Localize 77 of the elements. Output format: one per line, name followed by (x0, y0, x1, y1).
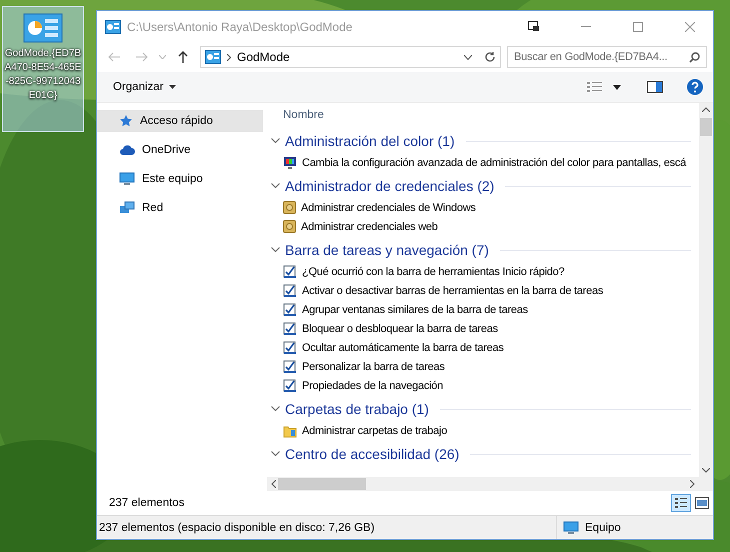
scroll-left-icon[interactable] (271, 480, 276, 488)
close-icon[interactable] (685, 22, 695, 32)
chevron-down-icon[interactable] (464, 54, 472, 60)
column-header[interactable]: Nombre (283, 109, 324, 121)
tablet-mode-icon[interactable] (528, 21, 540, 32)
preview-pane-icon[interactable] (647, 81, 663, 93)
list-item[interactable]: Ocultar automáticamente la barra de tareas (269, 338, 699, 357)
star-icon (119, 114, 133, 128)
maximize-icon[interactable] (633, 22, 643, 32)
nav-item[interactable]: Este equipo (97, 168, 263, 190)
address-path: GodMode (237, 50, 290, 64)
nav-item[interactable]: OneDrive (97, 139, 263, 161)
monitor-icon (119, 172, 135, 186)
details-view-icon[interactable] (671, 494, 691, 512)
status-text: 237 elementos (espacio disponible en disco: 7,26 GB) (98, 522, 376, 534)
address-bar[interactable]: GodMode (200, 46, 501, 68)
breadcrumb-chevron-icon (227, 54, 231, 60)
folder-icon (283, 424, 297, 438)
shortcut-label: GodMode.{ED7BA470-8E54-465E-825C-99712043E01C} (4, 47, 82, 103)
monitor-icon (563, 520, 579, 534)
scroll-thumb[interactable] (700, 118, 712, 136)
list-item[interactable]: Personalizar la barra de tareas (269, 357, 699, 376)
scroll-up-icon[interactable] (702, 107, 710, 112)
chevron-icon (271, 138, 280, 144)
refresh-icon[interactable] (484, 51, 496, 63)
scroll-down-icon[interactable] (702, 468, 710, 473)
monitor-icon (283, 156, 297, 170)
list-item[interactable]: Cambia la configuración avanzada de administración del color para pantallas, escá (269, 153, 699, 172)
scroll-thumb[interactable] (278, 478, 366, 490)
list-item[interactable]: Administrar credenciales web (269, 217, 699, 236)
vault-icon (283, 220, 296, 233)
group-header[interactable]: Administración del color (1) (269, 129, 699, 153)
chevron-icon (271, 183, 280, 189)
checklist-icon (283, 264, 297, 278)
list-item[interactable]: Administrar credenciales de Windows (269, 198, 699, 217)
network-icon (119, 201, 135, 215)
list-item[interactable]: Propiedades de la navegación (269, 376, 699, 395)
checklist-icon (283, 302, 297, 316)
folder-window-icon (205, 50, 221, 64)
nav-item[interactable]: Red (97, 197, 263, 219)
up-arrow-icon[interactable] (178, 51, 188, 63)
checklist-icon (283, 322, 297, 336)
window-title: C:\Users\Antonio Raya\Desktop\GodMode (127, 20, 354, 34)
group-header[interactable]: Administrador de credenciales (2) (269, 174, 699, 198)
chevron-icon (271, 247, 280, 253)
dropdown-caret-icon[interactable] (613, 84, 621, 90)
list-item[interactable]: Activar o desactivar barras de herramientas en la barra de tareas (269, 281, 699, 300)
group-header[interactable]: Centro de accesibilidad (26) (269, 442, 699, 466)
horizontal-scrollbar[interactable] (267, 477, 713, 491)
group-header[interactable]: Barra de tareas y navegación (7) (269, 238, 699, 262)
vertical-scrollbar[interactable] (699, 103, 713, 477)
list-item[interactable]: Bloquear o desbloquear la barra de tareas (269, 319, 699, 338)
view-options-icon[interactable] (587, 81, 603, 93)
location-label: Equipo (585, 522, 621, 534)
cloud-icon (119, 144, 135, 156)
folder-window-icon (105, 20, 121, 34)
search-field[interactable]: Buscar en GodMode.{ED7BA4... (507, 46, 707, 68)
checklist-icon (283, 284, 297, 298)
checklist-icon (283, 378, 297, 392)
group-header[interactable]: Carpetas de trabajo (1) (269, 397, 699, 421)
checklist-icon (283, 360, 297, 374)
list-item[interactable]: Administrar carpetas de trabajo (269, 421, 699, 440)
control-panel-icon (23, 13, 63, 43)
chevron-icon (271, 406, 280, 412)
caret-icon (168, 85, 176, 89)
item-count: 237 elementos (109, 497, 184, 509)
list-item[interactable]: Agrupar ventanas similares de la barra de tareas (269, 300, 699, 319)
large-icons-view-icon[interactable] (695, 497, 709, 509)
list-item[interactable]: ¿Qué ocurrió con la barra de herramientas Inicio rápido? (269, 262, 699, 281)
scroll-right-icon[interactable] (690, 480, 695, 488)
chevron-icon (271, 451, 280, 457)
help-icon[interactable] (687, 79, 703, 95)
checklist-icon (283, 340, 297, 354)
organize-button[interactable]: Organizar (113, 79, 176, 95)
search-icon (689, 52, 700, 62)
nav-item[interactable]: Acceso rápido (97, 110, 263, 132)
vault-icon (283, 201, 296, 214)
